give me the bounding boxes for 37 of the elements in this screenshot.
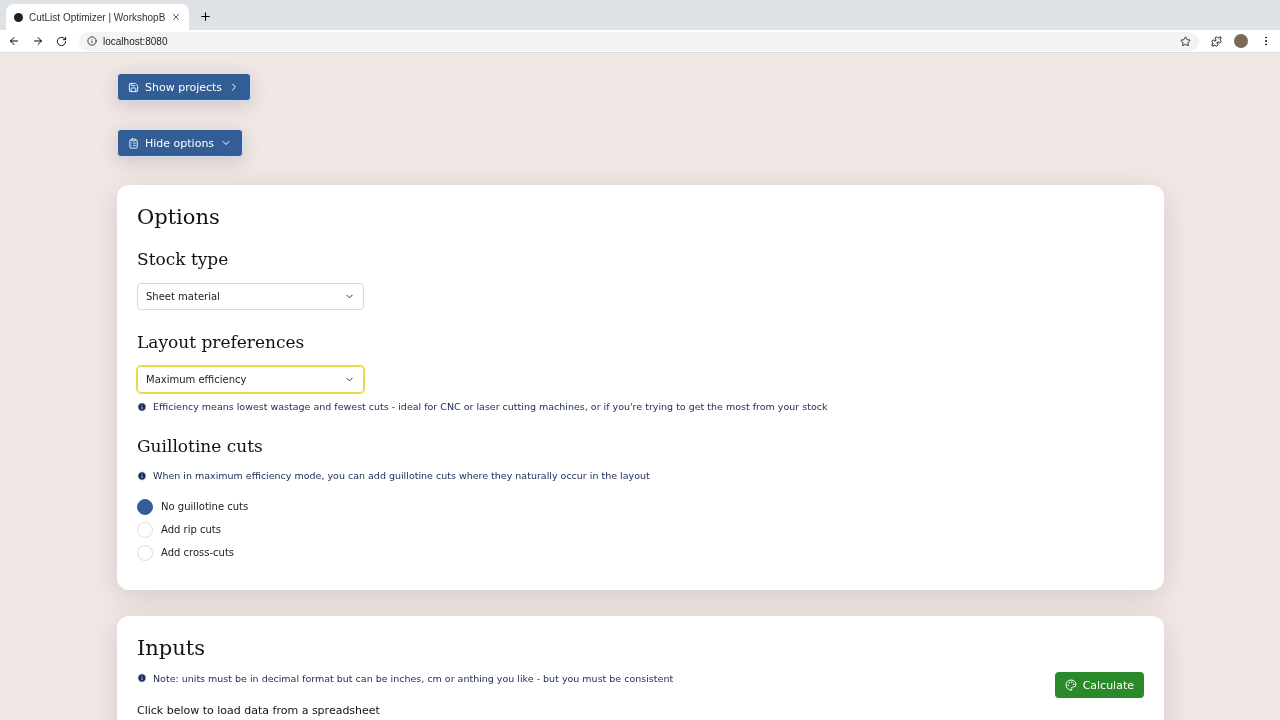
section-heading: Guillotine cuts (137, 436, 263, 456)
radio-button[interactable] (137, 498, 153, 515)
dropdown[interactable]: Sheet material (137, 283, 364, 310)
reload-icon (56, 35, 67, 47)
info-text: Efficiency means lowest wastage and fewest cuts - ideal for CNC or laser cutting machines, or if you're trying to get the most from your stock (153, 401, 828, 412)
hide-options-button[interactable]: Hide options (117, 129, 244, 157)
section-heading: Stock type (137, 249, 229, 269)
new-tab-icon (199, 10, 213, 23)
radio-label: Add cross-cuts (161, 547, 235, 558)
clipboard-icon (128, 137, 139, 149)
browser-tab[interactable]: CutList Optimizer | WorkshopB (6, 4, 190, 30)
instruction-text: Click below to load data from a spreadsheet (137, 704, 380, 717)
section-heading: Layout preferences (137, 332, 305, 352)
back-icon (8, 35, 20, 47)
card-title: Inputs (137, 636, 205, 660)
radio-label: Add rip cuts (161, 524, 221, 535)
info-icon (137, 470, 147, 481)
card-title: Options (137, 205, 220, 229)
favicon-icon (14, 12, 23, 22)
palette-icon (1064, 679, 1077, 691)
info-icon (87, 36, 97, 46)
info-icon (137, 401, 147, 412)
puzzle-icon (1211, 35, 1222, 47)
info-text: Note: units must be in decimal format but can be inches, cm or anthing you like - but you must be consistent (153, 672, 674, 684)
star-icon (1180, 35, 1191, 47)
calculate-button[interactable]: Calculate (1054, 672, 1144, 698)
dropdown[interactable]: Maximum efficiency (137, 366, 364, 393)
info-icon (137, 673, 147, 683)
show-projects-button[interactable]: Show projects (117, 73, 252, 101)
radio-label: No guillotine cuts (161, 501, 249, 512)
forward-icon (32, 35, 44, 47)
tab-title: CutList Optimizer | WorkshopB (29, 11, 166, 23)
save-icon (128, 81, 139, 93)
close-icon (171, 12, 182, 22)
info-text: When in maximum efficiency mode, you can add guillotine cuts where they naturally occur in the layout (153, 470, 650, 481)
address-bar[interactable]: localhost:8080 (79, 31, 1199, 51)
avatar-icon[interactable] (1234, 34, 1248, 48)
